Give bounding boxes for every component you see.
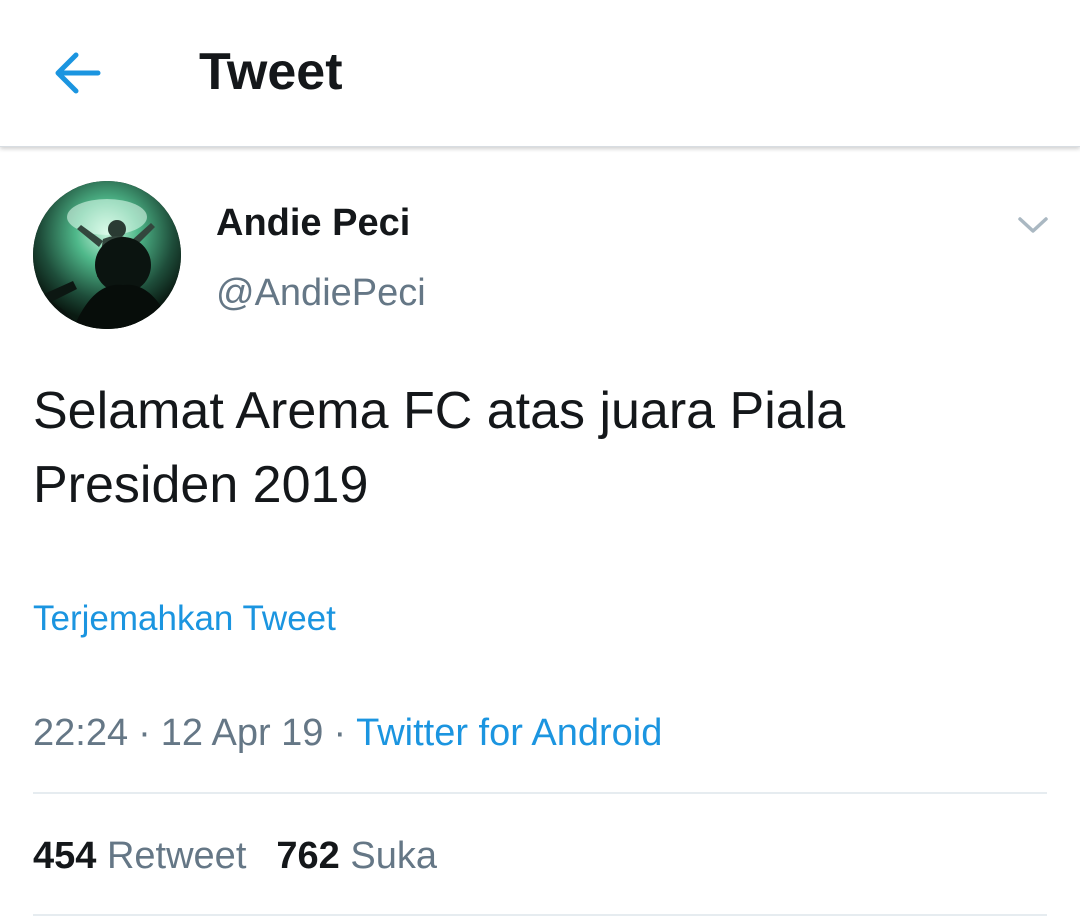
retweets-stat[interactable]: 454 Retweet [33, 833, 246, 879]
page-title: Tweet [199, 43, 343, 101]
divider [33, 792, 1047, 794]
chevron-down-icon [1018, 217, 1048, 233]
meta-separator: · [333, 712, 347, 754]
tweet-date: 12 Apr 19 [160, 712, 324, 754]
back-button[interactable] [42, 38, 112, 108]
tweet-menu-button[interactable] [1010, 202, 1056, 248]
likes-label: Suka [350, 835, 437, 877]
tweet-time: 22:24 [33, 712, 129, 754]
tweet-source-link[interactable]: Twitter for Android [356, 712, 662, 754]
author-display-name[interactable]: Andie Peci [216, 200, 410, 246]
meta-separator: · [138, 712, 151, 754]
top-app-bar: Tweet [0, 0, 1080, 147]
arrow-left-icon [55, 52, 101, 94]
avatar[interactable] [33, 181, 181, 329]
likes-stat[interactable]: 762 Suka [276, 833, 437, 879]
retweets-label: Retweet [106, 835, 247, 877]
tweet-text: Selamat Arema FC atas juara Piala Presid… [33, 382, 846, 514]
likes-count: 762 [276, 835, 340, 877]
tweet-stats: 454 Retweet 762 Suka [33, 833, 437, 879]
author-handle[interactable]: @AndiePeci [216, 270, 426, 316]
retweets-count: 454 [33, 835, 97, 877]
translate-tweet-link[interactable]: Terjemahkan Tweet [33, 598, 336, 640]
avatar-image [33, 181, 181, 329]
divider [33, 914, 1047, 916]
tweet-metadata: 22:24 · 12 Apr 19 · Twitter for Android [33, 710, 662, 756]
